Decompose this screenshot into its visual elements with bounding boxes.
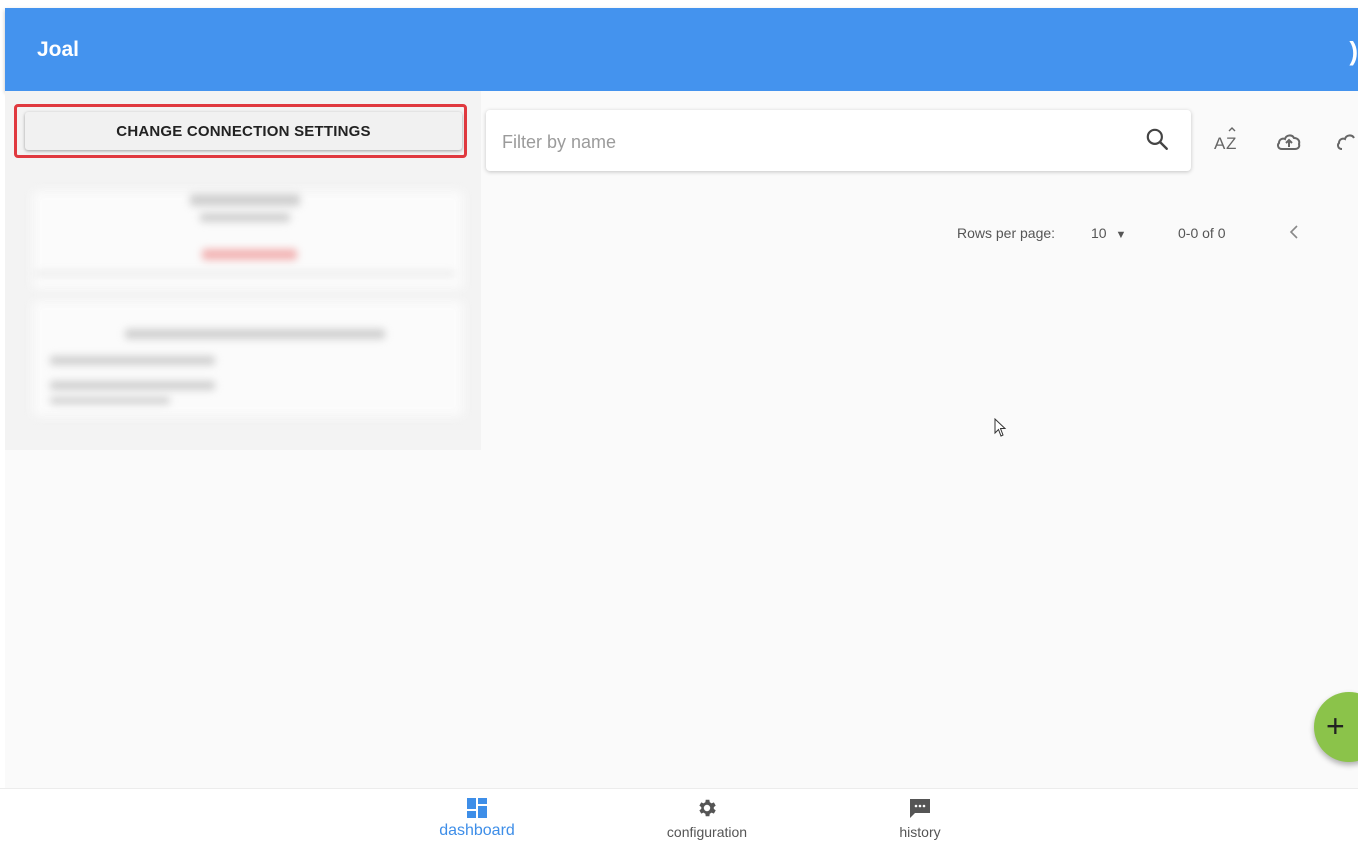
bottom-navigation: dashboard configuration history xyxy=(0,788,1358,848)
rows-per-page-select[interactable]: 10 ▼ xyxy=(1091,225,1126,241)
blurred-text xyxy=(50,397,170,404)
filter-search-box xyxy=(486,110,1191,171)
blurred-text xyxy=(50,356,215,365)
blurred-divider xyxy=(35,272,455,275)
cloud-upload-icon[interactable] xyxy=(1275,128,1303,156)
main-content: CHANGE CONNECTION SETTINGS A Z Rows per … xyxy=(5,91,1358,788)
change-connection-settings-button[interactable]: CHANGE CONNECTION SETTINGS xyxy=(25,112,462,150)
top-strip xyxy=(0,0,1358,8)
nav-history-label: history xyxy=(899,824,941,840)
rows-per-page-label: Rows per page: xyxy=(957,225,1056,241)
filter-by-name-input[interactable] xyxy=(500,124,1124,160)
blurred-status-badge xyxy=(202,249,297,260)
plus-icon: + xyxy=(1326,708,1345,744)
blurred-text xyxy=(200,213,290,222)
svg-text:A: A xyxy=(1214,134,1226,153)
gear-icon xyxy=(699,799,716,817)
blurred-text xyxy=(125,329,385,339)
sun-icon[interactable]: ) xyxy=(1349,36,1358,67)
blurred-text xyxy=(50,381,215,390)
nav-dashboard[interactable]: dashboard xyxy=(407,797,547,840)
pagination-range: 0-0 of 0 xyxy=(1178,225,1226,241)
nav-dashboard-label: dashboard xyxy=(439,822,515,839)
chat-icon xyxy=(910,799,930,818)
change-connection-highlight: CHANGE CONNECTION SETTINGS xyxy=(14,104,467,158)
svg-text:Z: Z xyxy=(1226,134,1236,153)
left-panel: CHANGE CONNECTION SETTINGS xyxy=(5,91,481,450)
sort-az-icon[interactable]: A Z xyxy=(1213,127,1241,155)
chevron-left-icon[interactable] xyxy=(1285,222,1305,242)
nav-configuration[interactable]: configuration xyxy=(637,797,777,840)
app-title: Joal xyxy=(37,38,80,61)
blurred-text xyxy=(190,194,300,206)
dashboard-icon xyxy=(467,798,487,818)
app-bar: Joal ) xyxy=(5,8,1358,91)
search-icon[interactable] xyxy=(1144,126,1170,152)
cloud-icon[interactable] xyxy=(1335,128,1358,156)
rows-per-page-value: 10 xyxy=(1091,225,1107,241)
nav-history[interactable]: history xyxy=(850,797,990,840)
nav-configuration-label: configuration xyxy=(666,824,748,840)
caret-down-icon: ▼ xyxy=(1115,229,1127,241)
mouse-cursor-icon xyxy=(994,418,1007,437)
